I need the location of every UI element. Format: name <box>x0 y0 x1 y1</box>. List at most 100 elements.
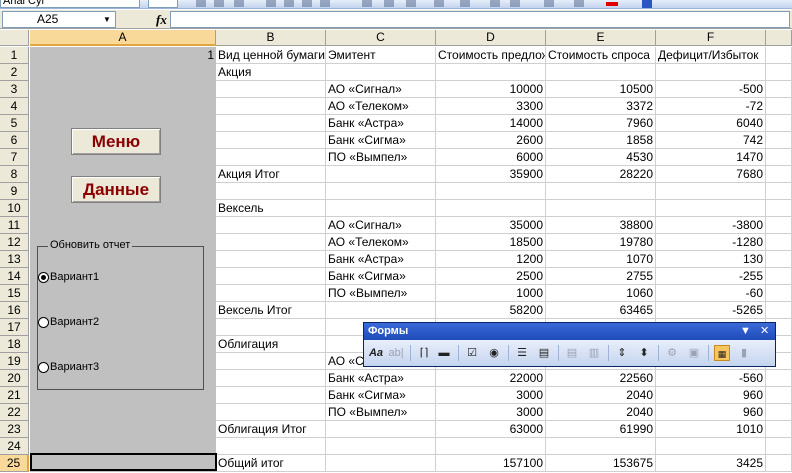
cell-f[interactable]: -255 <box>656 268 766 285</box>
bold-icon[interactable] <box>196 0 206 7</box>
cell-g[interactable] <box>766 387 792 404</box>
cell-a[interactable] <box>30 217 216 234</box>
cell-c[interactable]: Банк «Астра» <box>326 115 436 132</box>
cell-c[interactable]: АО «Телеком» <box>326 234 436 251</box>
cell-d[interactable] <box>436 438 546 455</box>
cell-f[interactable]: 960 <box>656 387 766 404</box>
cell-f[interactable]: 3425 <box>656 455 766 472</box>
cell-f[interactable]: -500 <box>656 81 766 98</box>
cell-d[interactable] <box>436 64 546 81</box>
row-header[interactable]: 1 <box>0 47 29 64</box>
cell-g[interactable] <box>766 404 792 421</box>
cell-g[interactable] <box>766 64 792 81</box>
combo-dropdown-edit-icon[interactable]: ▥ <box>586 345 602 361</box>
row-header[interactable]: 2 <box>0 64 29 81</box>
cell-b[interactable] <box>216 268 326 285</box>
cell-g[interactable] <box>766 149 792 166</box>
cell-d[interactable]: 3000 <box>436 404 546 421</box>
cell-b[interactable]: Акция Итог <box>216 166 326 183</box>
column-header-b[interactable]: B <box>216 30 326 46</box>
cell-c[interactable]: Эмитент <box>326 47 436 64</box>
cell-g[interactable] <box>766 370 792 387</box>
column-header-c[interactable]: C <box>326 30 436 46</box>
label-icon[interactable]: Aa <box>368 345 384 361</box>
cell-f[interactable] <box>656 438 766 455</box>
cell-c[interactable]: АО «Телеком» <box>326 98 436 115</box>
cell-c[interactable]: АО «Сигнал» <box>326 217 436 234</box>
cell-f[interactable]: -560 <box>656 370 766 387</box>
cell-d[interactable]: 35900 <box>436 166 546 183</box>
cell-a[interactable] <box>30 455 216 472</box>
cell-f[interactable] <box>656 200 766 217</box>
row-header[interactable]: 21 <box>0 387 29 404</box>
radio-variant-2[interactable]: Вариант2 <box>38 316 99 328</box>
cell-g[interactable] <box>766 81 792 98</box>
cell-c[interactable]: ПО «Вымпел» <box>326 404 436 421</box>
toggle-grid-icon[interactable]: ▦ <box>714 345 730 361</box>
cell-d[interactable]: 10000 <box>436 81 546 98</box>
radio-empty-icon[interactable] <box>38 316 49 328</box>
cell-f[interactable]: 7680 <box>656 166 766 183</box>
formula-input[interactable] <box>170 11 790 28</box>
cell-c[interactable]: ПО «Вымпел» <box>326 149 436 166</box>
radio-empty-icon[interactable] <box>38 361 49 373</box>
cell-e[interactable] <box>546 64 656 81</box>
merge-center-icon[interactable] <box>320 0 330 7</box>
cell-d[interactable]: Стоимость предложения <box>436 47 546 64</box>
cell-g[interactable] <box>766 166 792 183</box>
cell-b[interactable] <box>216 115 326 132</box>
cell-d[interactable] <box>436 200 546 217</box>
row-header[interactable]: 25 <box>0 455 29 472</box>
cell-e[interactable]: 153675 <box>546 455 656 472</box>
cell-c[interactable]: АО «Сигнал» <box>326 81 436 98</box>
cell-e[interactable]: 4530 <box>546 149 656 166</box>
cell-f[interactable]: -3800 <box>656 217 766 234</box>
cell-e[interactable] <box>546 200 656 217</box>
cell-f[interactable]: -1280 <box>656 234 766 251</box>
spinner-icon[interactable]: ⬍ <box>636 345 652 361</box>
font-color-icon[interactable] <box>606 2 618 6</box>
percent-icon[interactable] <box>384 0 394 7</box>
cell-e[interactable]: 7960 <box>546 115 656 132</box>
cell-b[interactable] <box>216 387 326 404</box>
cell-d[interactable]: 22000 <box>436 370 546 387</box>
run-dialog-icon[interactable]: ▮ <box>736 345 752 361</box>
data-button[interactable]: Данные <box>71 176 161 203</box>
cell-e[interactable]: 2040 <box>546 404 656 421</box>
cell-g[interactable] <box>766 421 792 438</box>
row-header[interactable]: 23 <box>0 421 29 438</box>
chevron-down-icon[interactable]: ▼ <box>100 13 114 26</box>
align-right-icon[interactable] <box>302 0 312 7</box>
cell-c[interactable] <box>326 166 436 183</box>
group-box-icon[interactable]: ⌈⌉ <box>416 345 432 361</box>
cell-g[interactable] <box>766 47 792 64</box>
cell-e[interactable]: 2755 <box>546 268 656 285</box>
row-header[interactable]: 10 <box>0 200 29 217</box>
row-header[interactable]: 17 <box>0 319 29 336</box>
cell-b[interactable] <box>216 370 326 387</box>
cell-a[interactable] <box>30 47 216 64</box>
cell-d[interactable]: 1200 <box>436 251 546 268</box>
cell-f[interactable]: Дефицит/Избыток <box>656 47 766 64</box>
row-header[interactable]: 5 <box>0 115 29 132</box>
cell-f[interactable]: -60 <box>656 285 766 302</box>
row-header[interactable]: 12 <box>0 234 29 251</box>
cell-e[interactable]: 22560 <box>546 370 656 387</box>
cell-f[interactable]: 742 <box>656 132 766 149</box>
cell-b[interactable]: Общий итог <box>216 455 326 472</box>
cell-a[interactable] <box>30 64 216 81</box>
cell-d[interactable] <box>436 183 546 200</box>
row-header[interactable]: 16 <box>0 302 29 319</box>
close-icon[interactable]: ✕ <box>760 323 769 340</box>
cell-g[interactable] <box>766 302 792 319</box>
cell-d[interactable]: 35000 <box>436 217 546 234</box>
scroll-bar-icon[interactable]: ⇕ <box>614 345 630 361</box>
cell-b[interactable]: Вид ценной бумаги <box>216 47 326 64</box>
cell-d[interactable]: 157100 <box>436 455 546 472</box>
row-header[interactable]: 4 <box>0 98 29 115</box>
italic-icon[interactable] <box>214 0 224 7</box>
cell-d[interactable]: 2500 <box>436 268 546 285</box>
cell-c[interactable] <box>326 200 436 217</box>
cell-f[interactable]: 1470 <box>656 149 766 166</box>
cell-g[interactable] <box>766 200 792 217</box>
